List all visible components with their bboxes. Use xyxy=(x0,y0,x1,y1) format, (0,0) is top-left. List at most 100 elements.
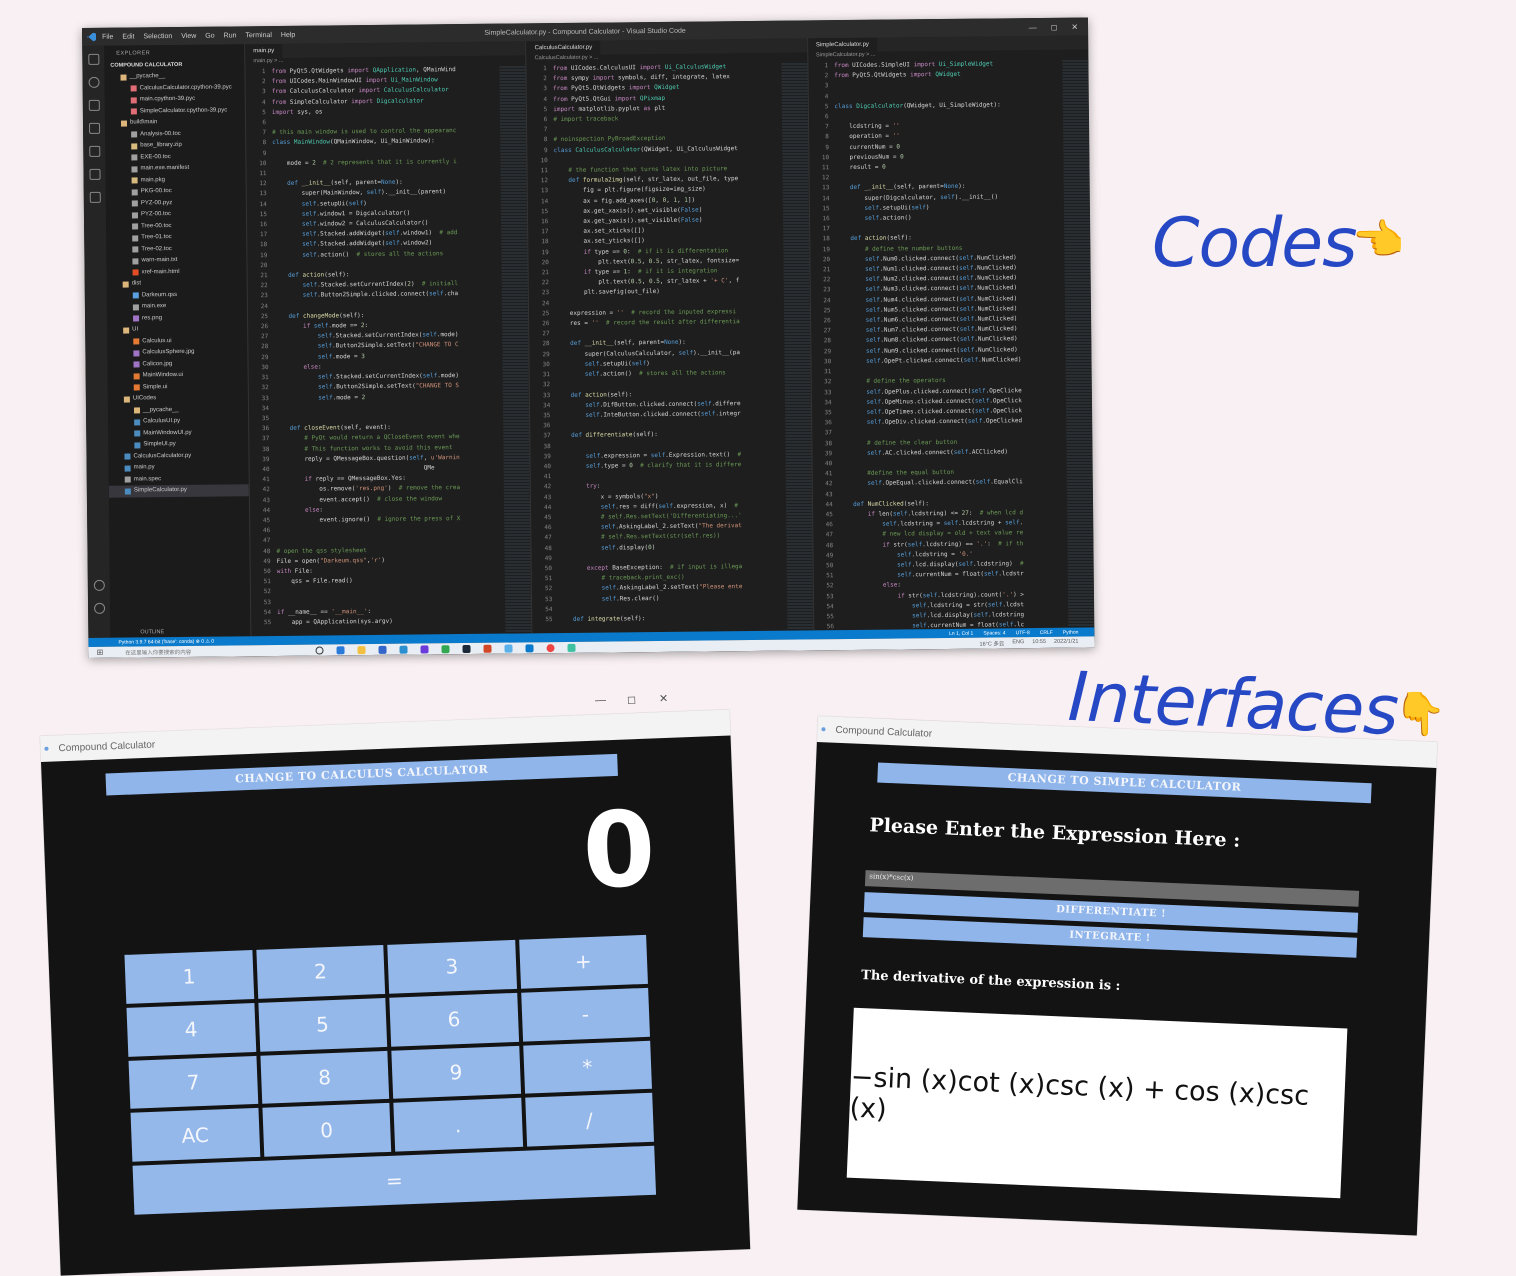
tree-item-label: SimpleCalculator.py xyxy=(133,486,187,494)
code-text[interactable]: from UICodes.SimpleUI import Ui_SimpleWi… xyxy=(834,59,1068,630)
menu-item-terminal[interactable]: Terminal xyxy=(245,32,272,39)
vscode-taskbar-icon[interactable] xyxy=(525,643,534,652)
extensions-icon[interactable] xyxy=(88,145,100,157)
img-icon xyxy=(133,361,140,368)
outline-section[interactable]: OUTLINE xyxy=(110,629,164,636)
account-icon[interactable] xyxy=(93,579,105,591)
cortana-icon[interactable] xyxy=(315,646,324,655)
source-control-icon[interactable] xyxy=(88,99,100,111)
clock-time[interactable]: 10:55 xyxy=(1032,638,1046,646)
key-3-button[interactable]: 3 xyxy=(387,939,517,994)
tree-item-label: MainWindowUI.py xyxy=(143,429,192,436)
file-icon xyxy=(132,304,139,311)
settings-gear-icon[interactable] xyxy=(93,602,105,614)
windows-start-icon[interactable]: ⊞ xyxy=(96,648,103,657)
app2-icon[interactable] xyxy=(567,643,576,652)
editor-pane: CalculusCalculator.py CalculusCalculator.… xyxy=(525,38,814,634)
tree-item-label: Analysis-00.toc xyxy=(140,130,181,137)
key-9-button[interactable]: 9 xyxy=(391,1045,521,1100)
tree-file[interactable]: SimpleCalculator.py xyxy=(108,484,249,498)
search-icon[interactable] xyxy=(88,76,100,88)
language-indicator[interactable]: ENG xyxy=(1012,639,1024,647)
clock-date[interactable]: 2022/1/21 xyxy=(1054,638,1079,646)
weather-widget[interactable]: 16°C 多云 xyxy=(979,639,1004,647)
key-times-button[interactable]: * xyxy=(522,1040,653,1095)
change-to-calculus-button[interactable]: CHANGE TO CALCULUS CALCULATOR xyxy=(105,753,618,796)
close-button[interactable]: ✕ xyxy=(659,692,669,705)
expression-prompt: Please Enter the Expression Here : xyxy=(869,814,1241,852)
editor-tab[interactable]: SimpleCalculator.py xyxy=(807,37,877,53)
change-to-simple-button[interactable]: CHANGE TO SIMPLE CALCULATOR xyxy=(877,762,1372,804)
menu-item-view[interactable]: View xyxy=(181,32,196,39)
key-plus-button[interactable]: + xyxy=(518,934,648,989)
tree-item-label: UI xyxy=(132,326,139,333)
tree-item-label: Simple.ui xyxy=(142,383,168,390)
maximize-button[interactable]: ◻ xyxy=(1051,22,1058,31)
tree-file[interactable]: SimpleCalculator.cpython-39.pyc xyxy=(105,105,245,118)
menu-item-help[interactable]: Help xyxy=(281,31,295,38)
file-icon xyxy=(132,223,139,230)
run-debug-icon[interactable] xyxy=(88,122,100,134)
store-icon[interactable] xyxy=(378,645,387,654)
status-item[interactable]: Ln 1, Col 1 xyxy=(949,630,973,636)
editor-tab[interactable]: main.py xyxy=(245,43,283,59)
status-item[interactable]: Python xyxy=(1063,629,1079,635)
keypad: 1 2 3 +4 5 6-7 8 9 * AC 0. / = xyxy=(124,934,657,1215)
tree-item-label: Calculus.ui xyxy=(142,337,172,344)
tree-item-label: SimpleCalculator.cpython-39.pyc xyxy=(139,106,228,114)
maximize-button[interactable]: ◻ xyxy=(627,693,637,706)
py-icon xyxy=(124,465,131,472)
result-display: −sin (x)cot (x)csc (x) + cos (x)csc (x) xyxy=(846,1007,1348,1199)
steam-icon[interactable] xyxy=(462,644,471,653)
remote-explorer-icon[interactable] xyxy=(88,168,101,180)
key-point-button[interactable]: . xyxy=(393,1098,523,1152)
menu-item-go[interactable]: Go xyxy=(205,32,214,39)
key-6-button[interactable]: 6 xyxy=(389,992,519,1047)
key-divide-button[interactable]: / xyxy=(524,1093,655,1147)
key-minus-button[interactable]: - xyxy=(520,987,650,1042)
python-interpreter[interactable]: Python 3.9.7 64-bit ('base': conda) ⊗ 0 … xyxy=(118,638,214,645)
explorer-icon[interactable] xyxy=(87,53,99,65)
minimize-button[interactable]: — xyxy=(1029,23,1037,32)
tree-item-label: main.cpython-39.pyc xyxy=(139,95,196,103)
key-8-button[interactable]: 8 xyxy=(259,1050,390,1105)
testing-icon[interactable] xyxy=(89,191,101,203)
powerpoint-icon[interactable] xyxy=(483,644,492,653)
key-7-button[interactable]: 7 xyxy=(128,1055,258,1110)
editor-tab[interactable]: CalculusCalculator.py xyxy=(526,40,601,56)
tree-item-label: EXE-00.toc xyxy=(140,153,171,160)
key-4-button[interactable]: 4 xyxy=(126,1002,256,1057)
code-text[interactable]: from PyQt5.QtWidgets import QApplication… xyxy=(271,65,505,636)
chrome-icon[interactable] xyxy=(546,643,555,652)
edge-icon[interactable] xyxy=(336,645,345,654)
html-icon xyxy=(132,269,139,276)
status-item[interactable]: Spaces: 4 xyxy=(983,630,1005,636)
status-item[interactable]: UTF-8 xyxy=(1016,630,1030,636)
tree-item-label: res.png xyxy=(142,314,163,321)
menu-item-file[interactable]: File xyxy=(102,33,113,40)
editor-area: main.py main.py > ... 1 2 3 4 5 6 7 8 9 10 11 12 13 14 1… xyxy=(244,35,1095,637)
taskbar-search[interactable]: 在这里输入你要搜索的内容 xyxy=(125,646,285,656)
whiteboard-icon[interactable] xyxy=(420,644,429,653)
key-2-button[interactable]: 2 xyxy=(255,944,386,999)
key-1-button[interactable]: 1 xyxy=(124,950,254,1004)
tree-item-label: main.exe.manifest xyxy=(140,164,190,172)
minimize-button[interactable]: — xyxy=(595,694,606,706)
menu-item-run[interactable]: Run xyxy=(224,32,237,39)
key-0-button[interactable]: 0 xyxy=(261,1103,392,1157)
folder-icon xyxy=(122,281,129,288)
status-item[interactable]: CRLF xyxy=(1040,629,1053,635)
close-button[interactable]: ✕ xyxy=(1071,22,1078,31)
menu-item-selection[interactable]: Selection xyxy=(143,33,172,40)
app-icon[interactable] xyxy=(504,644,513,653)
img-icon xyxy=(133,315,140,322)
mail-icon[interactable] xyxy=(399,645,408,654)
file-explorer-icon[interactable] xyxy=(357,645,366,654)
xbox-icon[interactable] xyxy=(441,644,450,653)
key-clear-button[interactable]: AC xyxy=(130,1108,260,1162)
key-5-button[interactable]: 5 xyxy=(257,997,388,1052)
code-text[interactable]: from UICodes.CalculusUI import Ui_Calcul… xyxy=(553,62,787,633)
minimap[interactable] xyxy=(1062,58,1095,628)
menu-item-edit[interactable]: Edit xyxy=(122,33,134,40)
tree-file[interactable]: CalculusCalculator.cpython-39.pyc xyxy=(105,82,245,95)
